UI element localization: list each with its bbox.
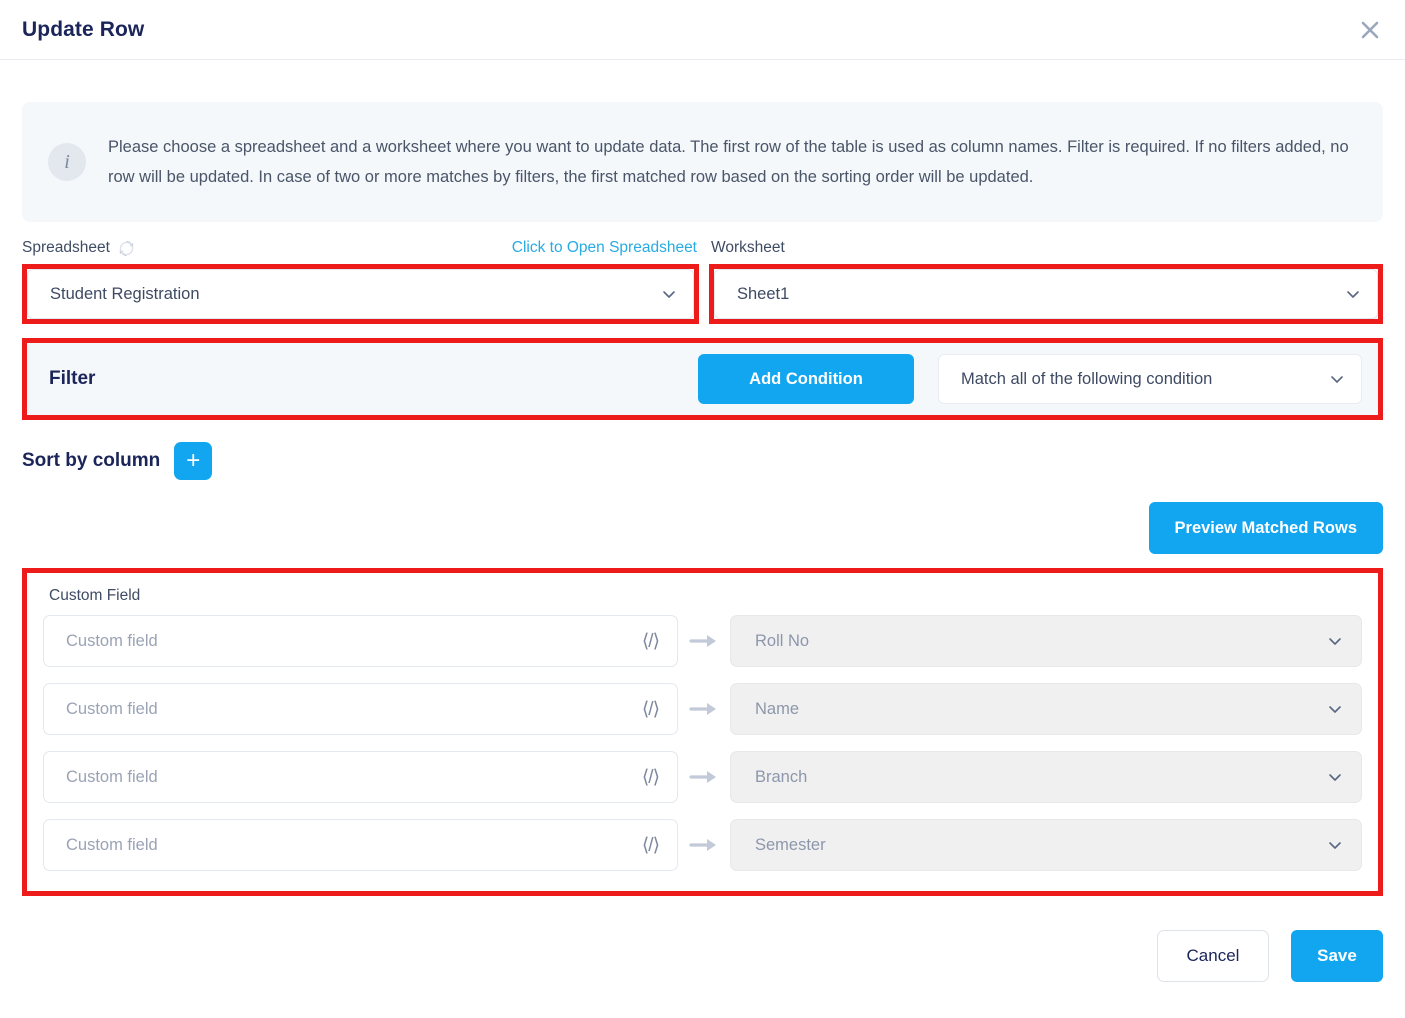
match-condition-value: Match all of the following condition [961,369,1213,388]
chevron-down-icon [1345,286,1361,302]
worksheet-label: Worksheet [711,239,785,256]
sort-by-column-label: Sort by column [22,450,161,471]
chevron-down-icon [661,286,677,302]
spreadsheet-select-value: Student Registration [50,284,200,303]
column-select[interactable]: Semester [730,819,1362,871]
custom-field-row: Custom field ⟨/⟩ Semester [43,819,1362,871]
add-condition-button[interactable]: Add Condition [698,354,914,404]
arrow-right-icon [678,633,730,649]
modal-footer: Cancel Save [0,930,1405,982]
preview-matched-rows-button[interactable]: Preview Matched Rows [1148,502,1383,554]
custom-field-input-placeholder: Custom field [66,835,158,854]
arrow-right-icon [678,837,730,853]
worksheet-select-value: Sheet1 [737,284,790,303]
source-labels-row: Spreadsheet Click to Open Spreadsheet Wo… [22,236,1383,260]
arrow-right-icon [678,769,730,785]
sort-by-column-row: Sort by column + [22,442,1383,480]
spreadsheet-label: Spreadsheet [22,239,110,256]
custom-field-row: Custom field ⟨/⟩ Name [43,683,1362,735]
custom-field-input[interactable]: Custom field ⟨/⟩ [43,615,678,667]
plus-icon: + [186,447,201,474]
worksheet-select[interactable]: Sheet1 [714,269,1378,319]
custom-field-row: Custom field ⟨/⟩ Branch [43,751,1362,803]
chevron-down-icon [1327,769,1343,785]
page-title: Update Row [22,17,145,41]
custom-field-input[interactable]: Custom field ⟨/⟩ [43,751,678,803]
custom-field-input-placeholder: Custom field [66,699,158,718]
filter-bar: Filter Add Condition Match all of the fo… [27,343,1378,415]
spreadsheet-select[interactable]: Student Registration [27,269,694,319]
column-select-value: Roll No [755,631,810,650]
match-condition-select[interactable]: Match all of the following condition [938,354,1362,404]
modal-body: i Please choose a spreadsheet and a work… [0,102,1405,896]
custom-field-highlight-box: Custom Field Custom field ⟨/⟩ Roll No Cu… [22,568,1383,896]
chevron-down-icon [1327,633,1343,649]
refresh-icon[interactable] [118,240,135,257]
open-spreadsheet-link[interactable]: Click to Open Spreadsheet [512,239,697,257]
custom-field-input-placeholder: Custom field [66,767,158,786]
custom-field-input[interactable]: Custom field ⟨/⟩ [43,683,678,735]
info-banner-text: Please choose a spreadsheet and a worksh… [108,138,1349,186]
info-icon: i [48,143,86,181]
filter-label: Filter [49,368,96,389]
column-select-value: Branch [755,767,808,786]
custom-field-input-placeholder: Custom field [66,631,158,650]
custom-field-input[interactable]: Custom field ⟨/⟩ [43,819,678,871]
code-icon[interactable]: ⟨/⟩ [642,630,660,653]
column-select-value: Semester [755,835,826,854]
filter-highlight-box: Filter Add Condition Match all of the fo… [22,338,1383,420]
code-icon[interactable]: ⟨/⟩ [642,766,660,789]
cancel-button[interactable]: Cancel [1157,930,1269,982]
custom-field-title: Custom Field [49,587,141,604]
chevron-down-icon [1327,837,1343,853]
save-button[interactable]: Save [1291,930,1383,982]
chevron-down-icon [1329,371,1345,387]
code-icon[interactable]: ⟨/⟩ [642,834,660,857]
column-select[interactable]: Name [730,683,1362,735]
close-icon[interactable] [1355,15,1385,45]
worksheet-highlight-box: Sheet1 [709,264,1383,324]
custom-field-row: Custom field ⟨/⟩ Roll No [43,615,1362,667]
add-sort-column-button[interactable]: + [174,442,213,480]
info-banner: i Please choose a spreadsheet and a work… [22,102,1383,222]
custom-field-panel: Custom Field Custom field ⟨/⟩ Roll No Cu… [27,573,1378,891]
preview-row: Preview Matched Rows [22,502,1383,554]
modal-header: Update Row [0,0,1405,60]
spreadsheet-label-group: Spreadsheet [22,239,135,257]
column-select[interactable]: Branch [730,751,1362,803]
spreadsheet-highlight-box: Student Registration [22,264,699,324]
chevron-down-icon [1327,701,1343,717]
arrow-right-icon [678,701,730,717]
code-icon[interactable]: ⟨/⟩ [642,698,660,721]
column-select[interactable]: Roll No [730,615,1362,667]
column-select-value: Name [755,699,800,718]
source-selects-row: Student Registration Sheet1 [22,264,1383,324]
